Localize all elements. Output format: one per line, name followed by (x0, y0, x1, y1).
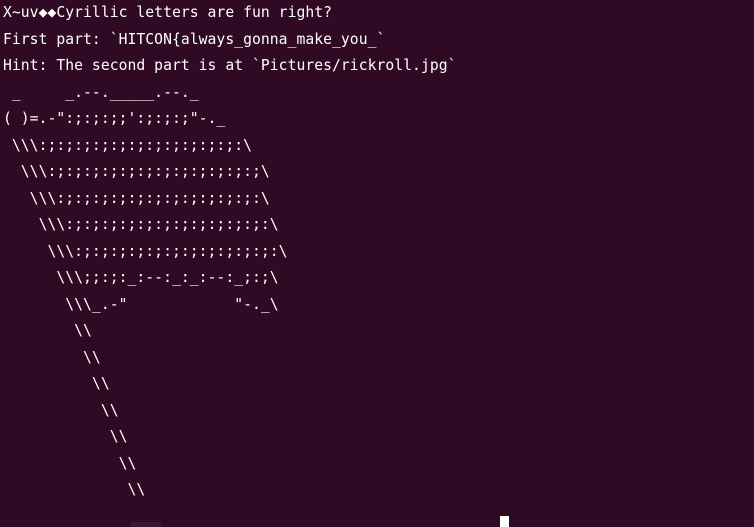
output-line: First part: `HITCON{always_gonna_make_yo… (3, 30, 386, 48)
ascii-art-line: \\\_.-" "-._\ (3, 295, 279, 313)
ascii-art-line: \\ (3, 375, 110, 392)
output-line: X~uv◆◆Cyrillic letters are fun right? (3, 4, 333, 21)
partial-line-glyph (131, 522, 161, 527)
ascii-art-line: \\ (3, 401, 119, 419)
ascii-art-line: \\\:;:;:;:;:;:;:;:;:;:;:;:\ (3, 216, 279, 233)
ascii-art-line: \\ (3, 322, 92, 339)
ascii-art-line: \\ (3, 481, 146, 498)
text-cursor[interactable] (500, 516, 509, 527)
ascii-art-line: \\\:;:;:;:;:;:;:;:;:;:;:;:\ (3, 189, 270, 207)
ascii-art-line: _ _.--._____.--._ (3, 83, 199, 101)
ascii-art-line: \\ (3, 348, 101, 366)
ascii-art-line: \\\:;:;:;:;:;:;:;:;:;:;:;:\ (3, 136, 252, 154)
ascii-art-line: \\\:;:;:;:;:;:;:;:;:;:;:;:\ (3, 242, 288, 260)
ascii-art-line: \\\:;:;:;:;:;:;:;:;:;:;:;:;\ (3, 163, 270, 180)
ascii-art-line: \\ (3, 454, 137, 472)
ascii-art-line: \\\;;:;:_:--:_:_:--:_;:;\ (3, 269, 279, 286)
ascii-art-line: ( )=.-":;:;:;;':;:;:;"-._ (3, 110, 226, 127)
ascii-art-line: \\ (3, 428, 128, 445)
terminal-output: X~uv◆◆Cyrillic letters are fun right? Fi… (3, 0, 751, 527)
output-line: Hint: The second part is at `Pictures/ri… (3, 57, 457, 74)
terminal-window[interactable]: X~uv◆◆Cyrillic letters are fun right? Fi… (0, 0, 754, 527)
